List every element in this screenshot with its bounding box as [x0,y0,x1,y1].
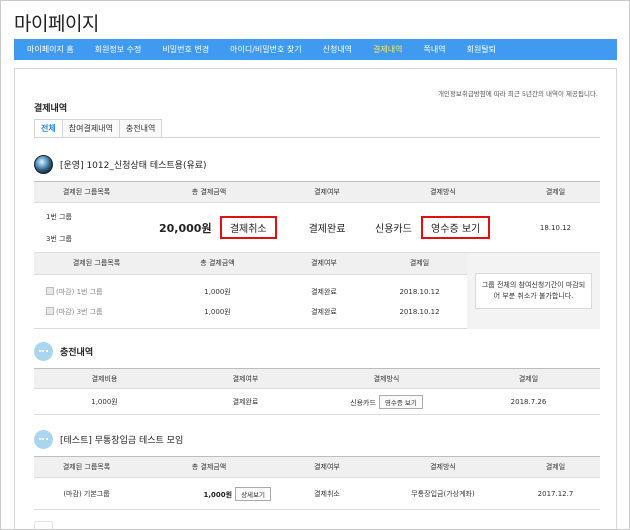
page-frame: 마이페이지 마이페이지 홈 회원정보 수정 비밀번호 변경 아이디/비밀번호 찾… [0,0,630,530]
amount: 1,000원 [204,288,231,297]
nav-item-notes[interactable]: 쪽내역 [424,44,446,55]
group-detail-panel: 결제된 그룹목록 총 결제금액 결제여부 결제일 (마감) 1번 그룹 1,00… [34,253,600,329]
column-header: 결제일 [457,368,600,389]
notice-text: 그룹 전체의 참여신청기간이 마감되어 부분 취소가 불가합니다. [475,273,592,309]
tab-all[interactable]: 전체 [34,119,63,138]
checkbox[interactable] [46,287,54,296]
checkbox[interactable] [46,307,54,315]
group-name: (마감) 3번 그룹 [56,308,103,316]
column-header: 결제된 그룹목록 [34,253,159,275]
charge-title: 충전내역 [60,348,94,358]
column-header: 결제여부 [279,456,375,478]
group-cell: (마감) 3번 그룹 [34,302,159,322]
table-row: (마감) 기본그룹 1,000원 상세보기 결제취소 무통장입금(가상계좌) 20… [34,477,600,510]
group-name: [운영] 1012_신청상태 테스트용(유료) [60,161,207,171]
nav-item-mypage-home[interactable]: 마이페이지 홈 [27,44,74,55]
payment-status: 결제취소 [279,477,375,510]
amount: 1,000원 [204,308,231,316]
charge-table: 결제비용 결제여부 결제방식 결제일 1,000원 결제완료 신용카드 영수증 보… [34,368,600,415]
tab-charge-history[interactable]: 충전내역 [119,119,163,138]
group-name: [테스트] 무통장입금 테스트 모임 [60,436,184,446]
group-cell: (마감) 기본그룹 [34,477,139,510]
amount-cell: 1,000원 상세보기 [139,477,279,510]
partial-cancel-notice: 그룹 전체의 참여신청기간이 마감되어 부분 취소가 불가합니다. [467,253,600,329]
table-row: 1,000원 결제완료 신용카드 영수증 보기 2018.7.26 [34,388,600,415]
column-header: 결제된 그룹목록 [34,181,139,203]
method-cell: 신용카드 영수증 보기 [316,388,457,415]
content-panel: 개인정보취급방침에 따라 최근 5년간의 내역이 제공됩니다. 결제내역 전체 … [14,68,617,529]
method-cell: 신용카드 영수증 보기 [375,202,511,253]
earth-icon [34,155,53,174]
nav-item-edit-profile[interactable]: 회원정보 수정 [95,44,142,55]
cancel-payment-button[interactable]: 결제취소 [219,216,277,239]
column-header: 결제방식 [316,368,457,389]
column-header: 결제일 [372,253,467,275]
payment-date: 18.10.12 [511,202,600,253]
column-header: 결제여부 [276,253,372,275]
column-header: 총 결제금액 [139,456,279,478]
nav-item-find-id-password[interactable]: 아이디/비밀번호 찾기 [230,44,301,55]
group-list-cell: 1번 그룹 3번 그룹 [34,202,139,253]
column-header: 결제비용 [34,368,175,389]
chat-bubble-icon [34,430,53,449]
section-title: 결제내역 [34,104,68,114]
next-group-thumbnail [34,521,53,529]
total-amount: 1,000원 [203,490,233,499]
status: 결제완료 [311,308,337,316]
group-item: 3번 그룹 [46,234,72,243]
column-header: 총 결제금액 [159,253,276,275]
nav-item-change-password[interactable]: 비밀번호 변경 [162,44,209,55]
group-cell: (마감) 1번 그룹 [34,274,159,302]
charge-status: 결제완료 [175,388,316,415]
column-header: 결제일 [511,456,600,478]
page-title: 마이페이지 [14,13,99,35]
column-header: 결제여부 [175,368,316,389]
charge-header: 충전내역 [34,342,93,361]
group-header: [테스트] 무통장입금 테스트 모임 [34,430,183,449]
charge-date: 2018.7.26 [457,388,600,415]
column-header: 결제방식 [375,456,511,478]
group-payment-table: 결제된 그룹목록 총 결제금액 결제여부 결제방식 결제일 (마감) 기본그룹 … [34,456,600,510]
view-receipt-button[interactable]: 영수증 보기 [378,394,423,409]
group-detail-table: 결제된 그룹목록 총 결제금액 결제여부 결제일 (마감) 1번 그룹 1,00… [34,253,467,322]
group-header: [운영] 1012_신청상태 테스트용(유료) [34,155,207,174]
table-row: (마감) 3번 그룹 1,000원 결제완료 2018.10.12 [34,302,467,322]
payment-method: 신용카드 [375,224,412,235]
column-header: 결제일 [511,181,600,203]
view-details-button[interactable]: 상세보기 [235,486,271,501]
tabs-divider [34,137,600,138]
column-header: 총 결제금액 [139,181,279,203]
group-payment-table: 결제된 그룹목록 총 결제금액 결제여부 결제방식 결제일 1번 그룹 3번 그… [34,181,600,253]
group-item: 1번 그룹 [46,212,72,221]
payment-date: 2017.12.7 [511,477,600,510]
total-amount: 20,000원 [159,222,212,235]
chat-bubble-icon [34,342,53,361]
payment-method: 무통장입금(가상계좌) [375,477,511,510]
table-row: (마감) 1번 그룹 1,000원 결제완료 2018.10.12 [34,274,467,302]
table-row: 1번 그룹 3번 그룹 20,000원 결제취소 결제완료 신용카드 영수증 보… [34,202,600,253]
privacy-note: 개인정보취급방침에 따라 최근 5년간의 내역이 제공됩니다. [437,90,598,98]
date: 2018.10.12 [399,288,440,297]
column-header: 결제방식 [375,181,511,203]
charge-cost: 1,000원 [34,388,175,415]
charge-method: 신용카드 [350,398,376,407]
nav-item-withdraw[interactable]: 회원탈퇴 [467,44,496,55]
view-receipt-button[interactable]: 영수증 보기 [421,216,491,239]
payment-tabs: 전체 참여결제내역 충전내역 [34,119,163,138]
date: 2018.10.12 [399,308,440,316]
status: 결제완료 [311,288,337,297]
tab-participation-payments[interactable]: 참여결제내역 [62,119,120,138]
amount-cell: 20,000원 결제취소 [139,202,279,253]
top-nav: 마이페이지 홈 회원정보 수정 비밀번호 변경 아이디/비밀번호 찾기 신청내역… [14,39,617,60]
column-header: 결제된 그룹목록 [34,456,139,478]
column-header: 결제여부 [279,181,375,203]
group-name: (마감) 1번 그룹 [56,288,103,297]
nav-item-payments[interactable]: 결제내역 [373,44,402,55]
nav-item-applications[interactable]: 신청내역 [323,44,352,55]
payment-status: 결제완료 [279,202,375,253]
